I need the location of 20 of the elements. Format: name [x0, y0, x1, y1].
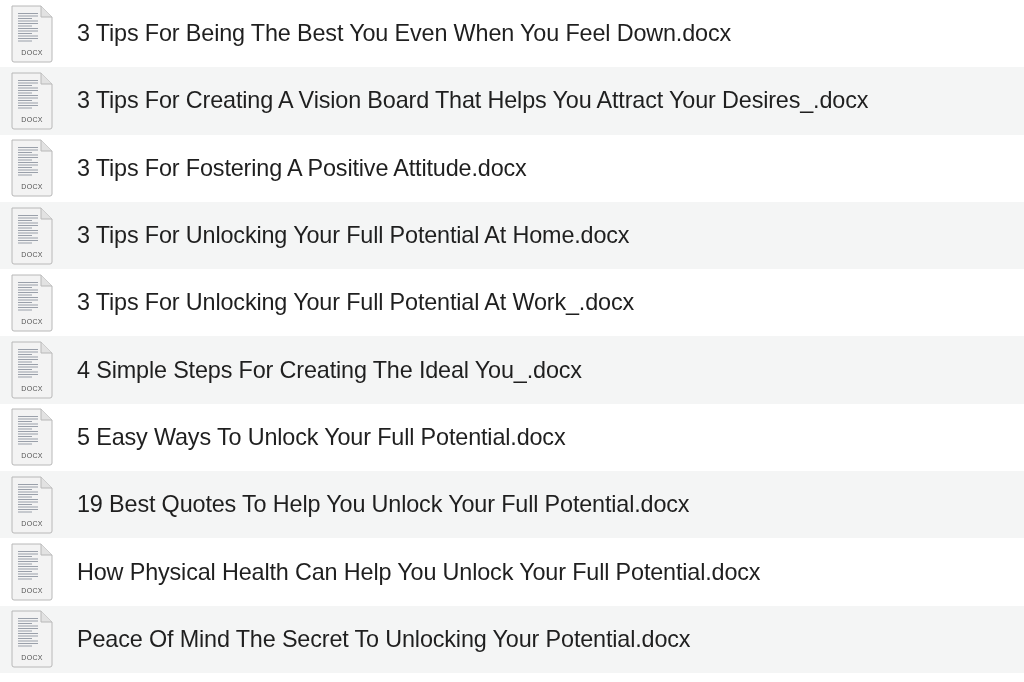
document-icon [9, 407, 55, 468]
file-name[interactable]: 4 Simple Steps For Creating The Ideal You_.docx [77, 356, 582, 384]
file-name[interactable]: 3 Tips For Creating A Vision Board That Helps You Attract Your Desires_.docx [77, 87, 869, 115]
document-icon [9, 205, 55, 266]
file-name[interactable]: 3 Tips For Fostering A Positive Attitude.docx [77, 154, 527, 182]
document-icon [9, 272, 55, 333]
file-name[interactable]: Peace Of Mind The Secret To Unlocking Your Potential.docx [77, 625, 691, 653]
file-name[interactable]: 3 Tips For Unlocking Your Full Potential At Work_.docx [77, 289, 635, 317]
file-name[interactable]: 3 Tips For Unlocking Your Full Potential At Home.docx [77, 222, 630, 250]
document-icon [9, 340, 55, 401]
document-icon [9, 3, 55, 64]
document-icon [9, 474, 55, 535]
document-icon [9, 609, 55, 670]
document-icon [9, 70, 55, 131]
document-icon [9, 138, 55, 199]
file-name[interactable]: 3 Tips For Being The Best You Even When You Feel Down.docx [77, 20, 731, 48]
file-name[interactable]: 19 Best Quotes To Help You Unlock Your Full Potential.docx [77, 491, 690, 519]
file-name[interactable]: 5 Easy Ways To Unlock Your Full Potential.docx [77, 423, 566, 451]
file-name[interactable]: How Physical Health Can Help You Unlock Your Full Potential.docx [77, 558, 761, 586]
document-icon [9, 542, 55, 602]
